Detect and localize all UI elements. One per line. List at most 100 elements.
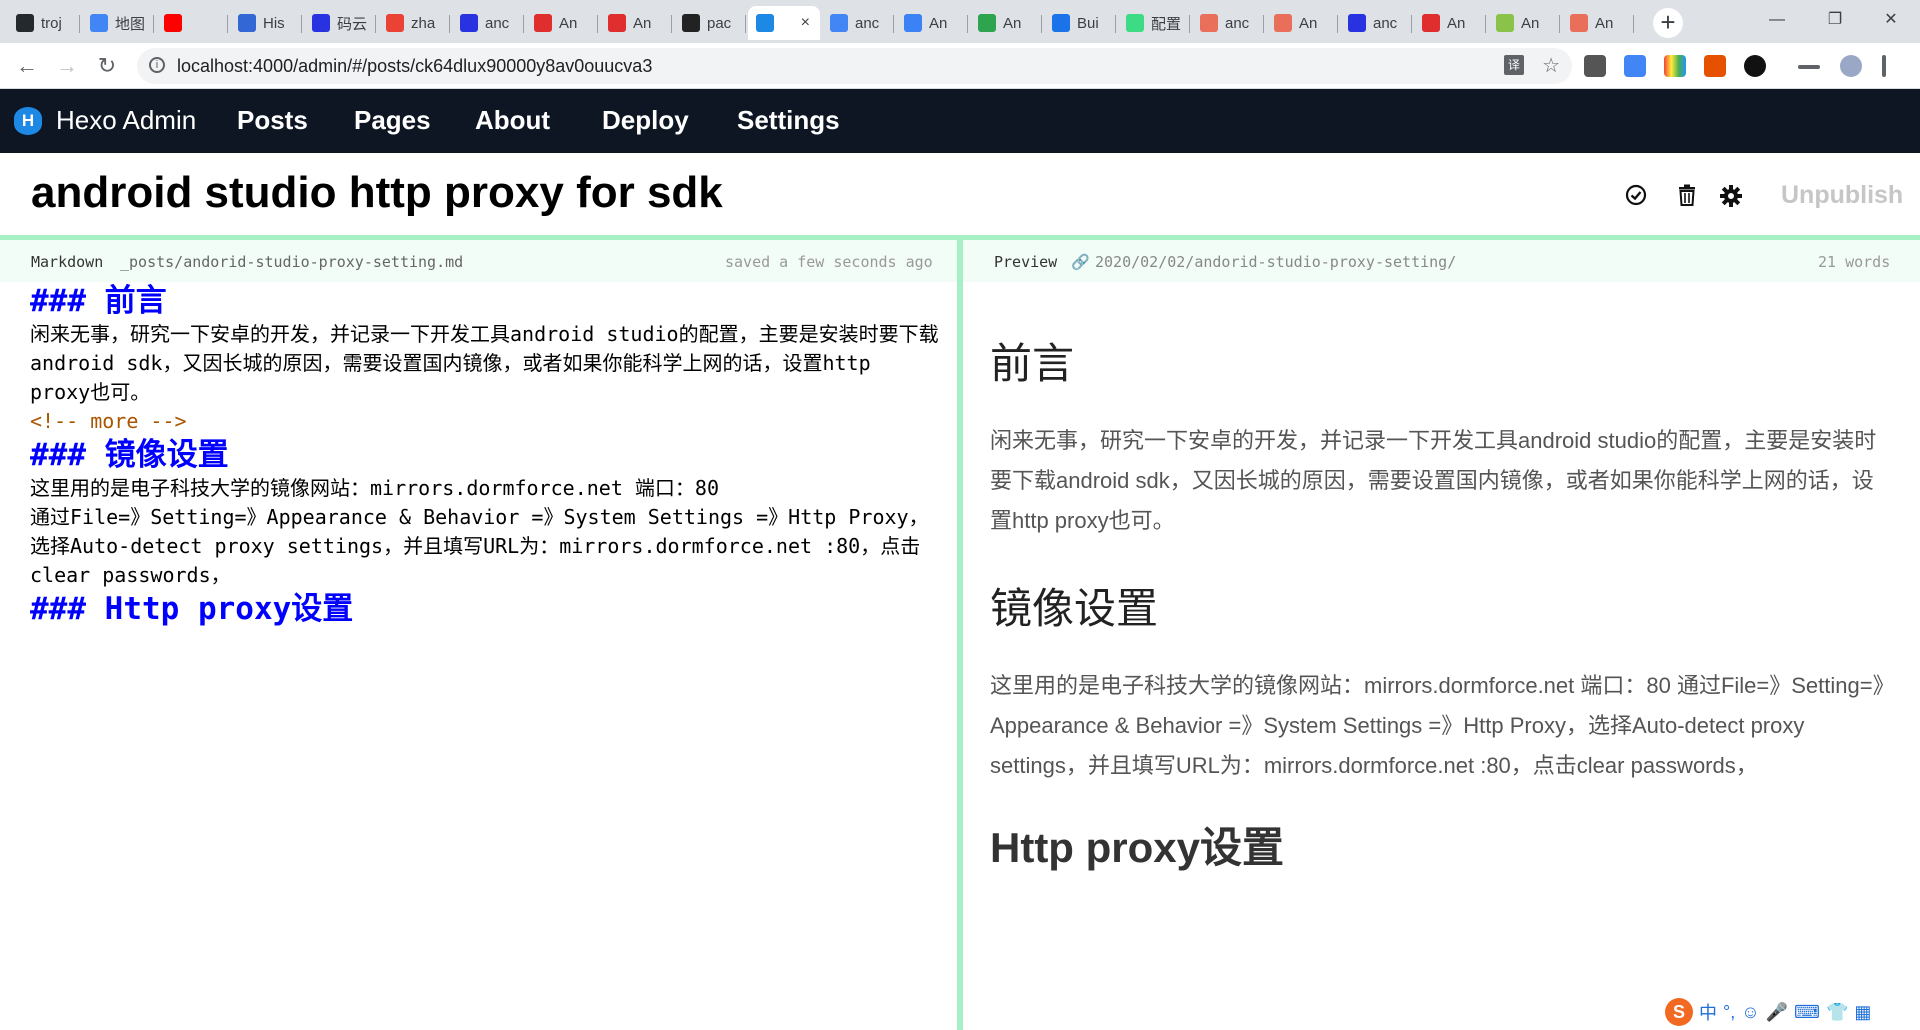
emoji-icon[interactable]: ☺ — [1741, 1002, 1759, 1023]
skin-icon[interactable]: 👕 — [1826, 1002, 1848, 1023]
tab-label: 配置 — [1151, 15, 1182, 33]
tab-label: An — [633, 14, 652, 32]
qr-extension-icon[interactable] — [1584, 55, 1606, 77]
tab-label: anc — [1373, 14, 1398, 32]
close-window-button[interactable]: ✕ — [1862, 0, 1920, 43]
tab-separator — [967, 15, 968, 33]
tab-favicon-icon — [904, 14, 922, 32]
forward-button[interactable]: → — [50, 49, 84, 83]
tab-separator — [597, 15, 598, 33]
browser-tab[interactable]: troj — [8, 6, 80, 40]
browser-tab[interactable]: 码云 — [304, 6, 376, 40]
md-heading-1[interactable]: ### 前言 — [30, 282, 940, 320]
browser-tab[interactable]: × — [748, 6, 820, 40]
md-paragraph-2[interactable]: 这里用的是电子科技大学的镜像网站：mirrors.dormforce.net 端… — [30, 474, 940, 503]
tab-label: An — [559, 14, 578, 32]
minimize-button[interactable]: — — [1748, 0, 1806, 43]
editor-label: Markdown — [31, 253, 104, 271]
site-info-icon[interactable]: i — [149, 57, 165, 73]
browser-tab[interactable]: An — [600, 6, 672, 40]
post-title[interactable]: android studio http proxy for sdk — [31, 168, 723, 218]
tab-label: An — [1003, 14, 1022, 32]
unpublish-button[interactable]: Unpublish — [1781, 181, 1903, 210]
browser-tab[interactable]: An — [1488, 6, 1560, 40]
md-paragraph-1[interactable]: 闲来无事，研究一下安卓的开发，并记录一下开发工具android studio的配… — [30, 320, 940, 407]
md-heading-3[interactable]: ### Http proxy设置 — [30, 590, 940, 628]
tab-favicon-icon — [16, 14, 34, 32]
browser-tab[interactable]: Bui — [1044, 6, 1116, 40]
reload-button[interactable]: ↻ — [90, 49, 124, 83]
browser-tab[interactable]: An — [1266, 6, 1338, 40]
close-tab-icon[interactable]: × — [801, 14, 810, 32]
browser-toolbar: ← → ↻ i localhost:4000/admin/#/posts/ck6… — [0, 43, 1920, 89]
md-more-comment[interactable]: <!-- more --> — [30, 407, 940, 436]
nav-about[interactable]: About — [475, 105, 550, 136]
microphone-icon[interactable]: 🎤 — [1766, 1002, 1788, 1023]
menu-kebab-icon[interactable] — [1882, 55, 1886, 77]
sogou-logo-icon[interactable]: S — [1665, 998, 1693, 1026]
editor-file-path: _posts/andorid-studio-proxy-setting.md — [120, 253, 464, 271]
brand-link[interactable]: Hexo Admin — [56, 105, 196, 136]
browser-tab[interactable]: anc — [822, 6, 894, 40]
new-tab-button[interactable]: + — [1653, 8, 1683, 38]
tab-favicon-icon — [608, 14, 626, 32]
gear-icon[interactable] — [1718, 184, 1744, 210]
office-extension-icon[interactable] — [1704, 55, 1726, 77]
tab-favicon-icon — [460, 14, 478, 32]
browser-tab[interactable] — [156, 6, 228, 40]
browser-tab[interactable]: An — [1562, 6, 1634, 40]
tab-separator — [227, 15, 228, 33]
ime-mode[interactable]: 中 — [1699, 999, 1717, 1025]
checklist-icon[interactable] — [1623, 184, 1649, 210]
nav-posts[interactable]: Posts — [237, 105, 308, 136]
tab-favicon-icon — [978, 14, 996, 32]
tab-separator — [449, 15, 450, 33]
back-button[interactable]: ← — [10, 49, 44, 83]
tab-favicon-icon — [1200, 14, 1218, 32]
tab-separator — [1411, 15, 1412, 33]
browser-tab[interactable]: anc — [452, 6, 524, 40]
toolbox-icon[interactable]: ▦ — [1854, 1002, 1871, 1023]
tab-favicon-icon — [1496, 14, 1514, 32]
nav-settings[interactable]: Settings — [737, 105, 840, 136]
media-control-icon[interactable] — [1798, 65, 1820, 69]
preview-permalink[interactable]: 2020/02/02/andorid-studio-proxy-setting/ — [1095, 253, 1456, 271]
nav-pages[interactable]: Pages — [354, 105, 431, 136]
ime-toolbar[interactable]: S 中 °, ☺ 🎤 ⌨ 👕 ▦ — [1665, 997, 1871, 1027]
browser-tab[interactable]: 配置 — [1118, 6, 1190, 40]
bookmark-star-icon[interactable]: ☆ — [1542, 53, 1560, 78]
tab-label: pac — [707, 14, 732, 32]
markdown-editor[interactable]: ### 前言 闲来无事，研究一下安卓的开发，并记录一下开发工具android s… — [30, 282, 940, 628]
ime-punctuation[interactable]: °, — [1723, 1002, 1735, 1023]
md-heading-2[interactable]: ### 镜像设置 — [30, 436, 940, 474]
url-text[interactable]: localhost:4000/admin/#/posts/ck64dlux900… — [177, 56, 652, 77]
nav-deploy[interactable]: Deploy — [602, 105, 689, 136]
browser-tab[interactable]: pac — [674, 6, 746, 40]
tab-favicon-icon — [238, 14, 256, 32]
preview-heading-1: 前言 — [990, 339, 1075, 388]
browser-tab[interactable]: 地图 — [82, 6, 154, 40]
browser-tab[interactable]: anc — [1340, 6, 1412, 40]
tab-label: An — [929, 14, 948, 32]
extension-badge-icon[interactable] — [1744, 55, 1766, 77]
profile-avatar[interactable] — [1840, 55, 1862, 77]
translate-extension-icon[interactable] — [1624, 55, 1646, 77]
browser-tab[interactable]: An — [970, 6, 1042, 40]
browser-tab[interactable]: An — [1414, 6, 1486, 40]
tab-separator — [671, 15, 672, 33]
editor-header: Markdown _posts/andorid-studio-proxy-set… — [0, 240, 957, 282]
browser-tab[interactable]: anc — [1192, 6, 1264, 40]
browser-tab[interactable]: zha — [378, 6, 450, 40]
translate-icon[interactable]: 译 — [1504, 55, 1524, 75]
browser-tab[interactable]: An — [896, 6, 968, 40]
browser-tab[interactable]: An — [526, 6, 598, 40]
md-paragraph-3[interactable]: 通过File=》Setting=》Appearance & Behavior =… — [30, 503, 940, 590]
pane-divider[interactable] — [957, 240, 963, 1030]
keyboard-icon[interactable]: ⌨ — [1794, 1002, 1820, 1023]
address-bar[interactable]: i localhost:4000/admin/#/posts/ck64dlux9… — [137, 48, 1572, 84]
hexo-logo-icon[interactable]: H — [14, 107, 42, 135]
colorpicker-extension-icon[interactable] — [1664, 55, 1686, 77]
trash-icon[interactable] — [1674, 184, 1700, 210]
maximize-button[interactable]: ❐ — [1806, 0, 1864, 43]
browser-tab[interactable]: His — [230, 6, 302, 40]
